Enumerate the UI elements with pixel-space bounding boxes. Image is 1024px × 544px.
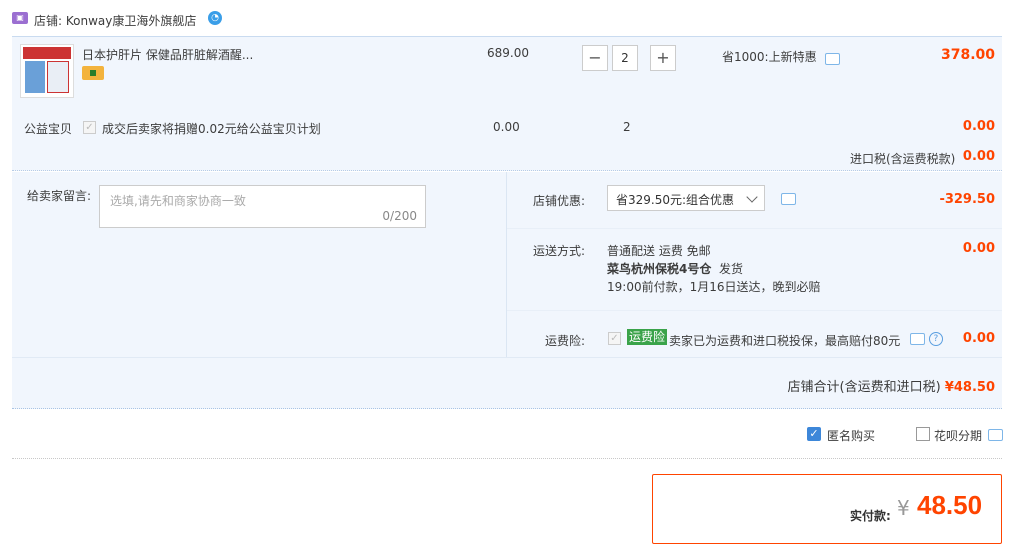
unit-price: 689.00 (487, 46, 529, 60)
divider (12, 357, 1002, 358)
tmall-global-icon: ▣ (12, 12, 28, 24)
delivery-promise: 19:00前付款，1月16日送达，晚到必赔 (607, 280, 821, 294)
shipping-warehouse: 菜鸟杭州保税4号仓 发货 (607, 260, 821, 278)
message-textarea[interactable]: 选填,请先和商家协商一致 0/200 (99, 185, 426, 228)
promo-select[interactable]: 省329.50元:组合优惠 (607, 185, 765, 211)
shop-total: 店铺合计(含运费和进口税) ¥48.50 (788, 376, 995, 395)
import-tax-value: 0.00 (962, 149, 995, 164)
divider (507, 228, 1002, 229)
promo-label: 店铺优惠: (533, 194, 586, 208)
charity-label: 公益宝贝 (24, 122, 73, 136)
charity-checkbox: ✓ (83, 121, 96, 134)
message-char-count: 0/200 (382, 209, 417, 223)
anonymous-checkbox[interactable]: ✓ (807, 427, 821, 441)
pay-label: 实付款: (850, 509, 891, 523)
product-title-link[interactable]: 日本护肝片 保健品肝脏解酒醒... (82, 46, 253, 63)
chevron-down-icon (746, 191, 758, 203)
message-label: 给卖家留言: (27, 189, 92, 203)
credit-card-icon (82, 66, 104, 80)
charity-qty: 2 (623, 120, 631, 134)
huabei-checkbox[interactable] (916, 427, 930, 441)
insurance-value: 0.00 (962, 331, 995, 346)
shipping-value: 0.00 (962, 241, 995, 256)
anonymous-label[interactable]: 匿名购买 (827, 427, 875, 444)
charity-price: 0.00 (493, 120, 520, 134)
insurance-checkbox: ✓ (608, 332, 621, 345)
warehouse-name: 菜鸟杭州保税4号仓 (607, 262, 712, 276)
shop-total-label: 店铺合计(含运费和进口税) (787, 380, 941, 395)
increase-quantity-button[interactable]: + (650, 45, 676, 71)
insurance-icons: ? (910, 331, 943, 346)
shipping-label: 运送方式: (533, 244, 586, 258)
decrease-quantity-button[interactable]: − (582, 45, 608, 71)
comment-icon[interactable] (988, 429, 1003, 441)
pay-amount: 48.50 (917, 490, 983, 520)
shop-total-value: ¥48.50 (944, 380, 995, 395)
message-placeholder: 选填,请先和商家协商一致 (110, 194, 246, 208)
quantity-input[interactable]: 2 (612, 45, 638, 71)
comment-icon[interactable] (781, 193, 796, 205)
wangwang-chat-icon[interactable]: ◔ (208, 11, 222, 25)
import-tax-label: 进口税(含运费税款) (850, 152, 956, 166)
divider (506, 172, 507, 358)
promo-value: -329.50 (939, 192, 995, 207)
huabei-label[interactable]: 花呗分期 (934, 427, 982, 444)
insurance-label: 运费险: (545, 334, 586, 348)
insurance-tag: 运费险 (627, 329, 668, 345)
divider (12, 170, 1002, 171)
insurance-text: 卖家已为运费和进口税投保，最高赔付80元 (669, 334, 901, 348)
item-total: 378.00 (940, 47, 995, 63)
charity-text: 成交后卖家将捐赠0.02元给公益宝贝计划 (102, 122, 321, 136)
comment-icon[interactable] (825, 53, 840, 65)
charity-total: 0.00 (962, 119, 995, 134)
discount-label: 省1000:上新特惠 (722, 50, 817, 64)
promo-selected-value: 省329.50元:组合优惠 (616, 193, 735, 207)
pay-currency: ¥ (897, 496, 910, 520)
shipping-details: 普通配送 运费 免邮 菜鸟杭州保税4号仓 发货 19:00前付款，1月16日送达… (607, 242, 821, 296)
warehouse-suffix: 发货 (719, 262, 744, 276)
divider (507, 310, 1002, 311)
product-thumbnail[interactable] (20, 44, 74, 98)
shipping-method: 普通配送 运费 免邮 (607, 244, 711, 258)
divider (12, 458, 1002, 459)
help-icon[interactable]: ? (928, 331, 943, 346)
shop-name-link[interactable]: 店铺: Konway康卫海外旗舰店 (34, 12, 196, 29)
comment-icon[interactable] (910, 332, 925, 345)
